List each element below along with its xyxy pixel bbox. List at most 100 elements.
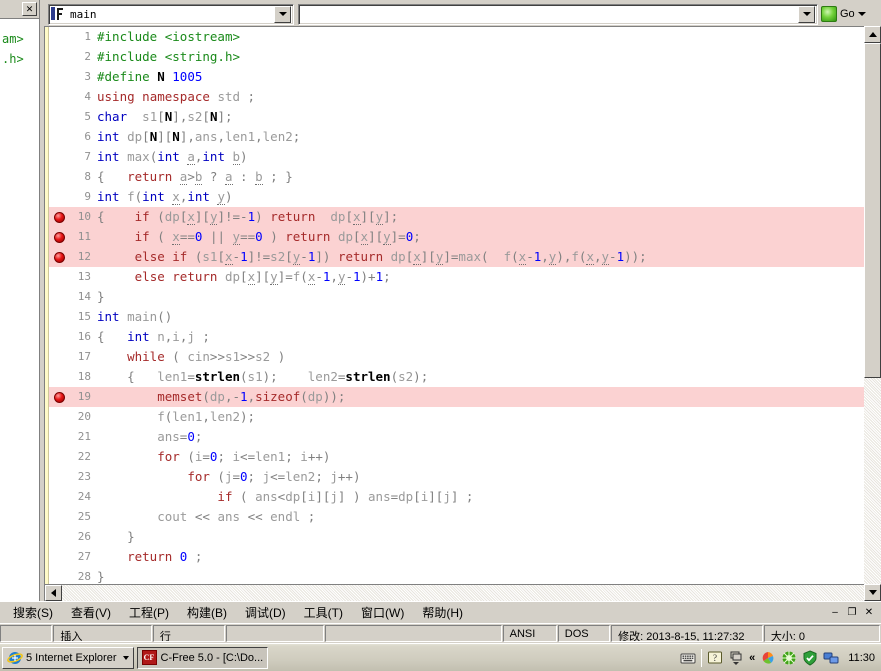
function-combo[interactable]: main [48,3,294,25]
scroll-left-icon[interactable] [45,585,62,601]
breakpoint-slot[interactable] [49,547,69,567]
address-combo[interactable] [298,3,818,25]
vscroll-track[interactable] [864,43,881,584]
breakpoint-slot[interactable] [49,487,69,507]
menu-item-3[interactable]: 构建(B) [178,602,236,623]
code-line[interactable]: { return a>b ? a : b ; } [95,167,881,187]
code-editor[interactable]: 1 2 3 4 5 6 7 8 9 10 11 12 13 14 15 16 17 18 19 20 21 22 23 24 2… [44,26,881,601]
pinwheel-icon[interactable] [760,650,776,666]
code-line[interactable]: } [95,287,881,307]
breakpoint-icon[interactable] [53,251,65,263]
tray-expand-chevron-icon[interactable]: « [749,652,755,664]
breakpoint-slot[interactable] [49,427,69,447]
menu-item-4[interactable]: 调试(D) [236,602,295,623]
code-line[interactable]: memset(dp,-1,sizeof(dp)); [95,387,881,407]
breakpoint-slot[interactable] [49,287,69,307]
breakpoint-slot[interactable] [49,507,69,527]
breakpoint-marker[interactable] [49,387,69,407]
code-line[interactable]: return 0 ; [95,547,881,567]
taskbar-button-internet-explorer[interactable]: 5 Internet Explorer [2,646,134,669]
code-line[interactable]: f(len1,len2); [95,407,881,427]
breakpoint-slot[interactable] [49,27,69,47]
close-button[interactable]: ✕ [861,606,877,620]
vertical-scrollbar[interactable] [864,26,881,601]
breakpoint-slot[interactable] [49,407,69,427]
breakpoint-slot[interactable] [49,187,69,207]
chevron-down-icon[interactable] [122,655,129,660]
breakpoint-slot[interactable] [49,327,69,347]
breakpoint-icon[interactable] [53,231,65,243]
breakpoint-slot[interactable] [49,87,69,107]
breakpoint-slot[interactable] [49,107,69,127]
horizontal-scrollbar[interactable] [45,584,881,601]
shield-icon[interactable] [802,649,818,666]
menu-item-7[interactable]: 帮助(H) [413,602,472,623]
breakpoint-icon[interactable] [53,211,65,223]
breakpoint-slot[interactable] [49,147,69,167]
code-line[interactable]: for (i=0; i<=len1; i++) [95,447,881,467]
code-line[interactable]: for (j=0; j<=len2; j++) [95,467,881,487]
code-line[interactable]: else return dp[x][y]=f(x-1,y-1)+1; [95,267,881,287]
code-line[interactable]: using namespace std ; [95,87,881,107]
close-icon[interactable]: ✕ [22,2,37,16]
breakpoint-slot[interactable] [49,347,69,367]
breakpoint-marker[interactable] [49,247,69,267]
code-line[interactable]: int max(int a,int b) [95,147,881,167]
menu-item-2[interactable]: 工程(P) [120,602,178,623]
breakpoint-slot[interactable] [49,467,69,487]
vscroll-thumb[interactable] [864,43,881,378]
code-line[interactable]: { len1=strlen(s1); len2=strlen(s2); [95,367,881,387]
network-icon[interactable] [823,650,839,666]
breakpoint-marker[interactable] [49,207,69,227]
scroll-up-icon[interactable] [864,26,881,43]
menu-item-1[interactable]: 查看(V) [62,602,120,623]
menu-item-6[interactable]: 窗口(W) [352,602,413,623]
breakpoint-marker[interactable] [49,227,69,247]
breakpoint-slot[interactable] [49,307,69,327]
code-line[interactable]: #include <string.h> [95,47,881,67]
go-button[interactable]: Go [821,4,868,24]
breakpoint-slot[interactable] [49,127,69,147]
breakpoint-icon[interactable] [53,391,65,403]
code-line[interactable]: cout << ans << endl ; [95,507,881,527]
scroll-down-icon[interactable] [864,584,881,601]
code-line[interactable]: { int n,i,j ; [95,327,881,347]
code-line[interactable]: #include <iostream> [95,27,881,47]
code-line[interactable]: { if (dp[x][y]!=-1) return dp[x][y]; [95,207,881,227]
code-line[interactable]: } [95,567,881,584]
code-line[interactable]: char s1[N],s2[N]; [95,107,881,127]
chevron-down-icon[interactable] [274,5,291,23]
menu-item-5[interactable]: 工具(T) [295,602,352,623]
breakpoint-slot[interactable] [49,47,69,67]
green-globe-icon[interactable] [781,650,797,666]
code-line[interactable]: while ( cin>>s1>>s2 ) [95,347,881,367]
breakpoint-slot[interactable] [49,567,69,584]
taskbar-button-c-free[interactable]: CF C-Free 5.0 - [C:\Do... [136,646,269,669]
breakpoint-slot[interactable] [49,267,69,287]
help-icon[interactable]: ? [707,650,723,666]
minimize-button[interactable]: – [827,606,843,620]
breakpoint-slot[interactable] [49,67,69,87]
breakpoint-slot[interactable] [49,167,69,187]
window-stack-icon[interactable] [728,650,744,666]
code-line[interactable]: int f(int x,int y) [95,187,881,207]
code-line[interactable]: if ( ans<dp[i][j] ) ans=dp[i][j] ; [95,487,881,507]
code-line[interactable]: ans=0; [95,427,881,447]
code-line[interactable]: if ( x==0 || y==0 ) return dp[x][y]=0; [95,227,881,247]
code-line[interactable]: int main() [95,307,881,327]
code-editor-body[interactable]: 1 2 3 4 5 6 7 8 9 10 11 12 13 14 15 16 17 18 19 20 21 22 23 24 2… [45,27,881,584]
code-line[interactable]: else if (s1[x-1]!=s2[y-1]) return dp[x][… [95,247,881,267]
breakpoint-slot[interactable] [49,447,69,467]
restore-button[interactable]: ❐ [844,606,860,620]
breakpoint-slot[interactable] [49,527,69,547]
keyboard-icon[interactable] [680,650,696,666]
code-line[interactable]: } [95,527,881,547]
code-text-area[interactable]: #include <iostream> #include <string.h> #d… [95,27,881,584]
code-line[interactable]: #define N 1005 [95,67,881,87]
chevron-down-icon[interactable] [798,5,815,23]
breakpoint-slot[interactable] [49,367,69,387]
breakpoint-gutter[interactable] [49,27,69,584]
hscroll-track[interactable] [62,585,864,601]
code-line[interactable]: int dp[N][N],ans,len1,len2; [95,127,881,147]
chevron-down-icon[interactable] [857,12,866,16]
